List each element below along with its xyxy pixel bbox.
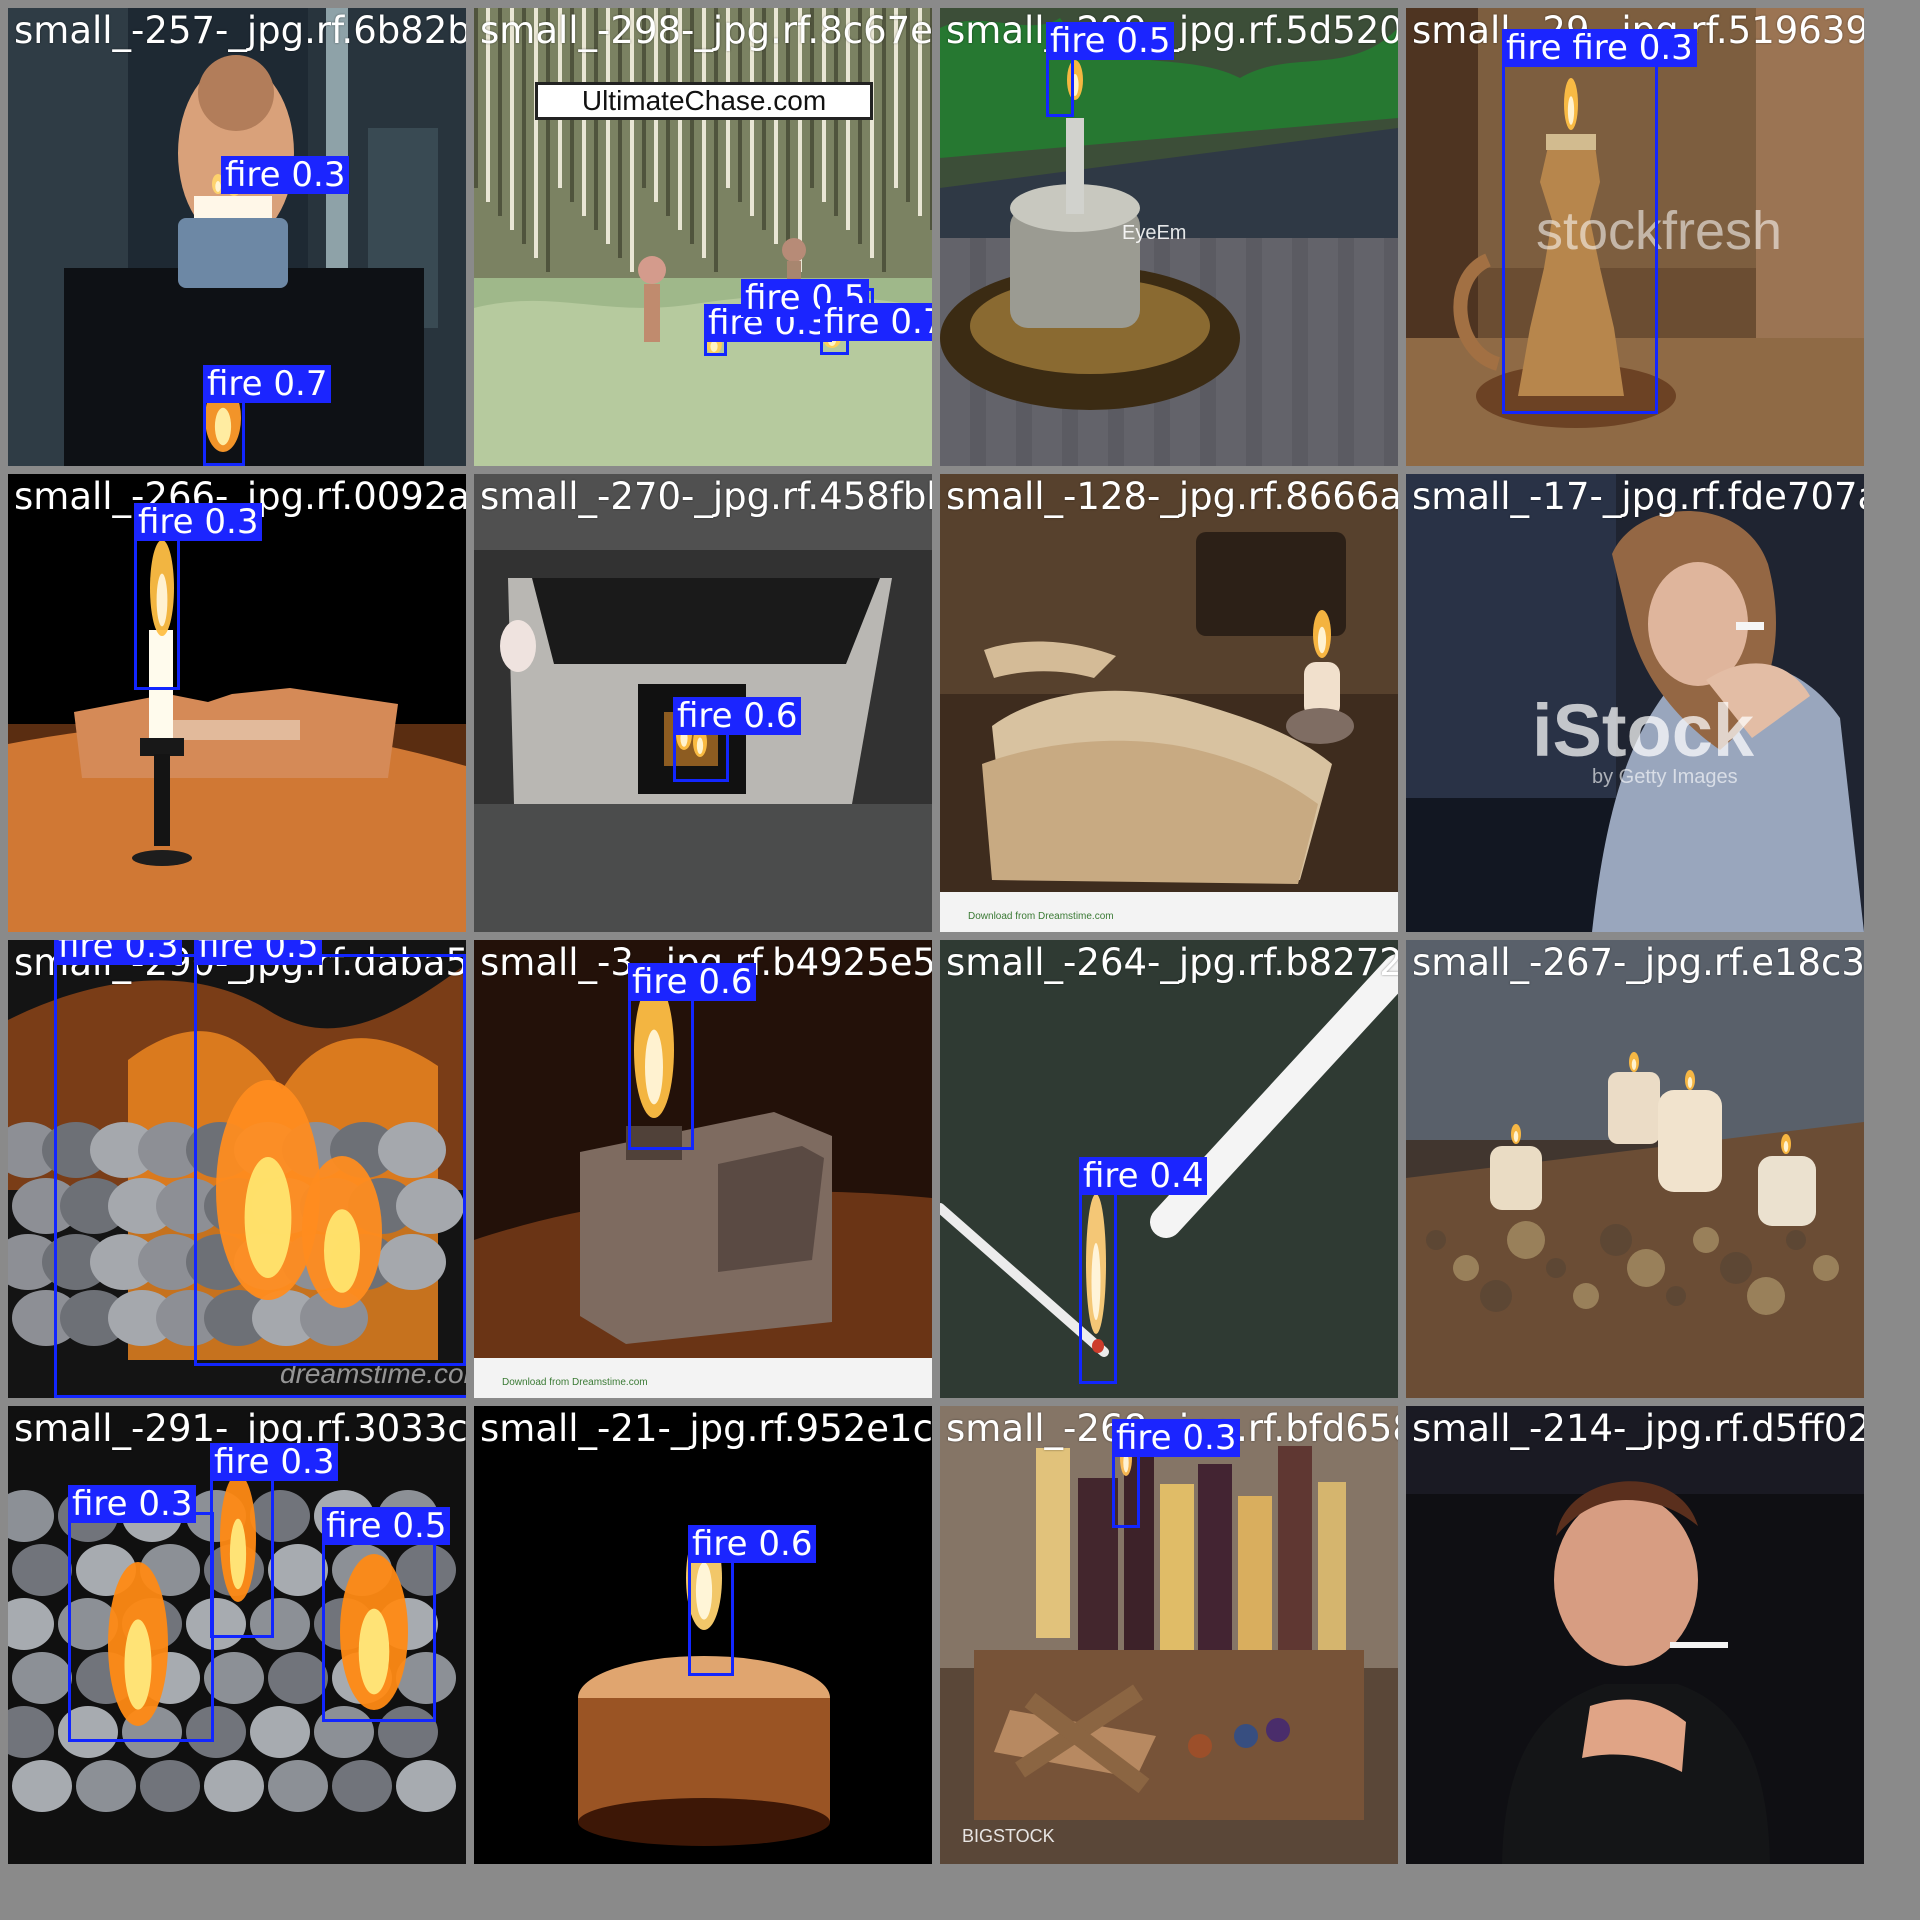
image-tile: small_-267-_jpg.rf.e18c345e (1406, 940, 1864, 1398)
detection-label: fire 0.6 (688, 1525, 817, 1563)
image-tile: small_-17-_jpg.rf.fde707af iStock by Getty… (1406, 474, 1864, 932)
image-tile: small_-268-_jpg.rf.bfd65838BIGSTOCKfire … (940, 1406, 1398, 1864)
detection-overlay: fire fire 0.3 (1406, 8, 1864, 466)
detection-box (628, 990, 694, 1150)
image-tile: small_-299-_jpg.rf.5d5206c6EyeEmfire 0.5 (940, 8, 1398, 466)
detection-box (1502, 56, 1658, 414)
detection-box (134, 530, 180, 690)
detection-overlay: fire 0.5 (940, 8, 1398, 466)
detection-overlay: fire 0.3 (8, 474, 466, 932)
detection-overlay (1406, 474, 1864, 932)
detection-label: fire 0.3 (221, 156, 350, 194)
detection-box (1079, 1184, 1117, 1384)
detection-label: fire 0.6 (673, 697, 802, 735)
detection-label: fire 0.3 (68, 1485, 197, 1523)
detection-overlay (1406, 1406, 1864, 1864)
detection-overlay: fire 0.6 (474, 474, 932, 932)
detection-overlay: fire 0.3 (940, 1406, 1398, 1864)
detection-label: fire 0.3 (54, 940, 183, 965)
image-tile: small_-257-_jpg.rf.6b82b35afire 0.3fire … (8, 8, 466, 466)
detection-label: fire 0.7 (203, 365, 332, 403)
detection-box (194, 954, 466, 1366)
detection-label: fire 0.5 (194, 940, 323, 965)
detection-overlay (940, 474, 1398, 932)
detection-label: fire 0.3 (134, 503, 263, 541)
detection-box (1112, 1446, 1140, 1528)
detection-label: fire 0.6 (628, 963, 757, 1001)
detection-box (322, 1534, 436, 1722)
detection-label: fire 0.3 (1112, 1419, 1241, 1457)
detection-box (210, 1470, 274, 1638)
detection-overlay: fire 0.4 (940, 940, 1398, 1398)
detection-label: fire 0.5 (322, 1507, 451, 1545)
image-tile: small_-214-_jpg.rf.d5ff0299 (1406, 1406, 1864, 1864)
image-tile: small_-266-_jpg.rf.0092aa35fire 0.3 (8, 474, 466, 932)
image-tile: small_-128-_jpg.rf.8666a5a0Download from… (940, 474, 1398, 932)
detection-grid: small_-257-_jpg.rf.6b82b35afire 0.3fire … (0, 0, 1920, 1920)
image-tile: small_-21-_jpg.rf.952e1cc4 fire 0.6 (474, 1406, 932, 1864)
detection-overlay: fire 0.3 fire 0.5 (8, 940, 466, 1398)
image-tile: small_-29-_jpg.rf.5196391estockfreshfire… (1406, 8, 1864, 466)
image-tile: small_-3-_jpg.rf.b4925e552Download from … (474, 940, 932, 1398)
detection-overlay: fire 0.3 fire 0.3 fire 0.5 (8, 1406, 466, 1864)
image-tile: small_-264-_jpg.rf.b8272170fire 0.4 (940, 940, 1398, 1398)
detection-overlay: fire 0.3 fire 0.7 (8, 8, 466, 466)
detection-label: fire 0.4 (1079, 1157, 1208, 1195)
detection-overlay: fire 0.6 (474, 940, 932, 1398)
detection-overlay: fire 0.6 (474, 1406, 932, 1864)
detection-label: fire 0.5 (1046, 22, 1175, 60)
detection-overlay: fire 0.3fire 0.5fire 0.7 (474, 8, 932, 466)
detection-box (68, 1512, 214, 1742)
detection-box (688, 1552, 734, 1676)
detection-label: fire 0.7 (820, 303, 932, 341)
image-tile: small_-291-_jpg.rf.3033c762fire 0.3fire … (8, 1406, 466, 1864)
detection-label: fire fire 0.3 (1502, 29, 1697, 67)
detection-label: fire 0.3 (210, 1443, 339, 1481)
detection-overlay (1406, 940, 1864, 1398)
image-tile: small_-290-_jpg.rf.daba5dreamstime.comfi… (8, 940, 466, 1398)
image-tile: small_-298-_jpg.rf.8c67e33bUltimateChase… (474, 8, 932, 466)
image-tile: small_-270-_jpg.rf.458fbb0bb3fire 0.6 (474, 474, 932, 932)
